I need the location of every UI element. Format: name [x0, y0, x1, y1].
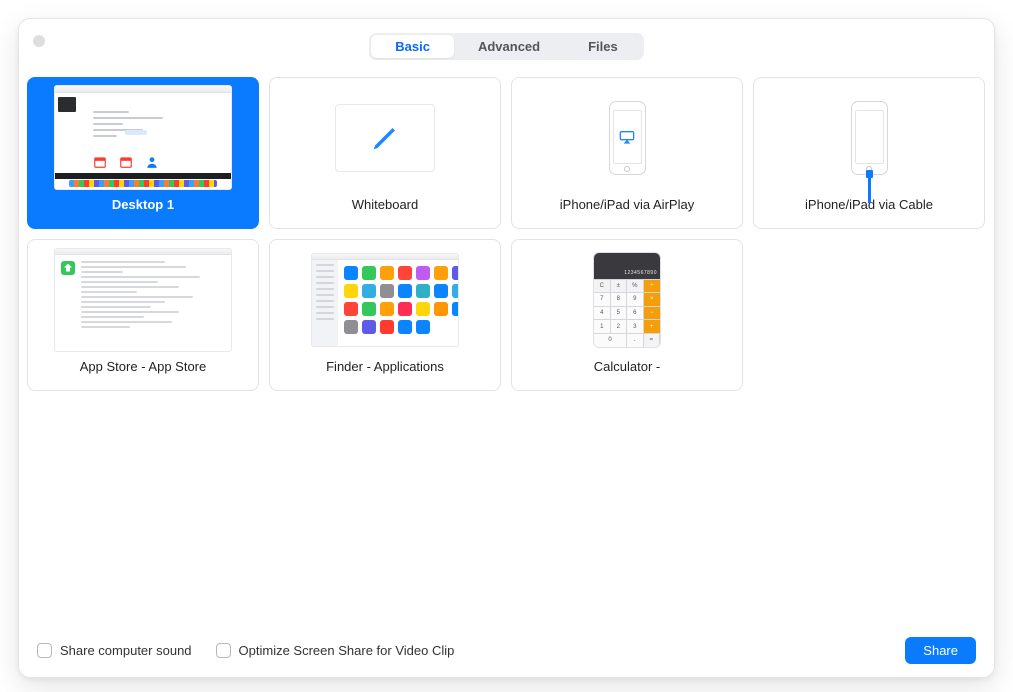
source-label: App Store - App Store [80, 359, 206, 374]
source-iphone-cable[interactable]: iPhone/iPad via Cable [753, 77, 985, 229]
checkbox-icon [216, 643, 231, 658]
calendar-icon [119, 155, 133, 169]
share-screen-dialog: Basic Advanced Files [18, 18, 995, 678]
source-calculator[interactable]: 1234567890 C±%÷ 789× 456− 123+ 0.= Calcu… [511, 239, 743, 391]
pencil-icon [370, 123, 400, 153]
source-label: Whiteboard [352, 197, 418, 212]
share-sources-grid: Desktop 1 Whiteboard [27, 77, 986, 391]
checkbox-icon [37, 643, 52, 658]
footer: Share computer sound Optimize Screen Sha… [19, 623, 994, 677]
calendar-icon [93, 155, 107, 169]
source-app-store[interactable]: App Store - App Store [27, 239, 259, 391]
calculator-preview: 1234567890 C±%÷ 789× 456− 123+ 0.= [537, 248, 717, 351]
tab-selector: Basic Advanced Files [369, 33, 643, 60]
cable-line-icon [868, 175, 871, 203]
checkbox-label: Share computer sound [60, 643, 192, 658]
share-sources: Desktop 1 Whiteboard [19, 63, 994, 623]
iphone-cable-preview [779, 86, 959, 189]
source-desktop-1[interactable]: Desktop 1 [27, 77, 259, 229]
source-iphone-airplay[interactable]: iPhone/iPad via AirPlay [511, 77, 743, 229]
source-label: iPhone/iPad via AirPlay [560, 197, 694, 212]
tab-basic[interactable]: Basic [371, 35, 454, 58]
source-label: Calculator - [594, 359, 660, 374]
app-store-preview [53, 248, 233, 351]
whiteboard-preview [295, 86, 475, 189]
airplay-icon [619, 130, 635, 144]
tab-files[interactable]: Files [564, 35, 642, 58]
desktop-1-preview [53, 86, 233, 189]
source-label: Desktop 1 [112, 197, 174, 212]
iphone-airplay-preview [537, 86, 717, 189]
app-store-icon [61, 261, 75, 275]
finder-preview [295, 248, 475, 351]
source-finder-applications[interactable]: Finder - Applications [269, 239, 501, 391]
tab-advanced[interactable]: Advanced [454, 35, 564, 58]
close-window-button[interactable] [33, 35, 45, 47]
source-whiteboard[interactable]: Whiteboard [269, 77, 501, 229]
titlebar: Basic Advanced Files [19, 19, 994, 63]
optimize-video-checkbox[interactable]: Optimize Screen Share for Video Clip [216, 643, 455, 658]
source-label: Finder - Applications [326, 359, 444, 374]
share-sound-checkbox[interactable]: Share computer sound [37, 643, 192, 658]
person-icon [145, 155, 159, 169]
share-button[interactable]: Share [905, 637, 976, 664]
checkbox-label: Optimize Screen Share for Video Clip [239, 643, 455, 658]
